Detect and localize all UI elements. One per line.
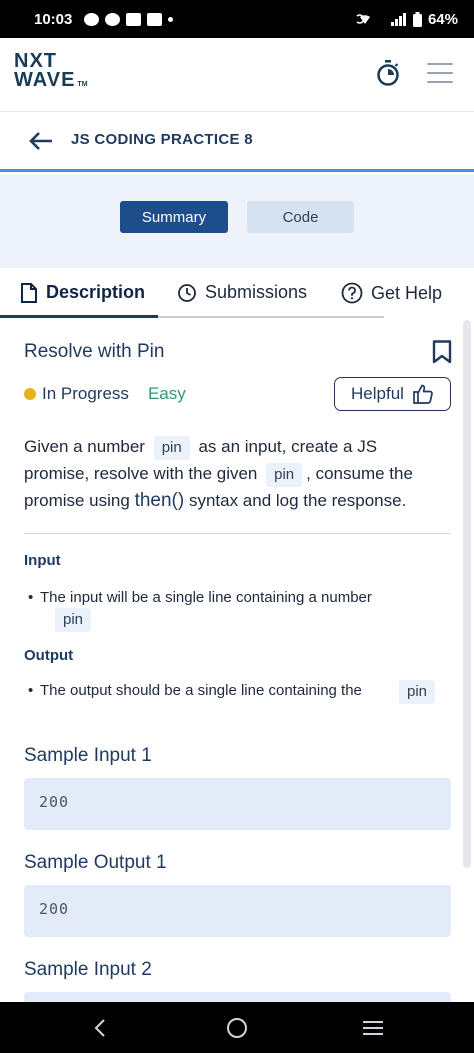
nav-home-icon[interactable] bbox=[224, 1015, 250, 1041]
input-heading: Input bbox=[24, 552, 61, 569]
mail-icon bbox=[126, 12, 142, 26]
section-divider bbox=[24, 533, 450, 534]
output-heading: Output bbox=[24, 647, 74, 664]
helpful-label: Helpful bbox=[351, 384, 404, 403]
snapchat-icon bbox=[84, 12, 100, 26]
battery-icon bbox=[412, 11, 422, 27]
output-bullet: The output should be a single line conta… bbox=[28, 680, 362, 702]
help-circle-icon bbox=[341, 282, 363, 304]
tab-description[interactable]: Description bbox=[20, 282, 145, 303]
bookmark-icon[interactable] bbox=[432, 340, 452, 364]
problem-title: Resolve with Pin bbox=[24, 341, 165, 362]
status-time: 10:03 bbox=[34, 10, 73, 28]
problem-description: Given a number pin as an input, create a… bbox=[24, 433, 444, 514]
app-header: NXT WAVE TM bbox=[0, 38, 474, 112]
nxtwave-logo[interactable]: NXT WAVE TM bbox=[14, 51, 88, 94]
tab-bar: Description Submissions Get Help bbox=[0, 268, 474, 320]
inline-code: pin bbox=[266, 463, 303, 487]
stopwatch-icon[interactable] bbox=[376, 60, 400, 86]
inline-code: pin bbox=[55, 608, 92, 632]
wifi-icon bbox=[356, 14, 370, 24]
input-bullet: The input will be a single line containi… bbox=[28, 587, 372, 609]
document-icon bbox=[21, 282, 37, 303]
thumbs-up-icon bbox=[413, 384, 433, 404]
status-badge: In Progress bbox=[42, 384, 129, 403]
page-title-bar: JS CODING PRACTICE 8 bbox=[0, 112, 474, 172]
description-panel: Resolve with Pin In Progress Easy Helpfu… bbox=[0, 320, 474, 1002]
mail-icon bbox=[147, 12, 163, 26]
content-scrollbar[interactable] bbox=[463, 320, 471, 868]
tab-scroll-track bbox=[158, 316, 384, 318]
sample-input-2-box[interactable] bbox=[24, 992, 451, 1002]
notification-icons bbox=[84, 12, 174, 26]
sample-input-2-title: Sample Input 2 bbox=[24, 959, 152, 980]
active-tab-indicator bbox=[0, 315, 158, 318]
back-arrow-icon[interactable] bbox=[28, 130, 54, 152]
page-title: JS CODING PRACTICE 8 bbox=[71, 131, 253, 148]
nav-recents-icon[interactable] bbox=[360, 1015, 386, 1041]
logo-trademark: TM bbox=[77, 81, 88, 88]
tab-submissions[interactable]: Submissions bbox=[177, 282, 307, 303]
tab-description-label: Description bbox=[46, 282, 146, 302]
status-dot bbox=[24, 388, 36, 400]
nav-back-icon[interactable] bbox=[88, 1015, 114, 1041]
sample-output-1-box[interactable]: 200 bbox=[24, 885, 451, 937]
helpful-button[interactable]: Helpful bbox=[334, 377, 451, 411]
difficulty-badge: Easy bbox=[147, 384, 186, 403]
code-button[interactable]: Code bbox=[247, 201, 354, 233]
hamburger-menu-icon[interactable] bbox=[427, 63, 453, 83]
battery-level: 64% bbox=[427, 10, 458, 28]
view-switcher: Summary Code bbox=[0, 175, 474, 268]
inline-code: pin bbox=[153, 436, 190, 460]
problem-meta: In Progress Easy bbox=[24, 384, 186, 404]
inline-code: pin bbox=[399, 680, 436, 704]
clock-icon bbox=[178, 283, 196, 302]
sample-input-1-box[interactable]: 200 bbox=[24, 778, 451, 830]
tab-submissions-label: Submissions bbox=[205, 282, 308, 302]
sample-output-1-title: Sample Output 1 bbox=[24, 852, 167, 873]
status-bar: 10:03 64% bbox=[0, 0, 474, 38]
tab-get-help[interactable]: Get Help bbox=[341, 282, 442, 304]
description-text: syntax and log the response. bbox=[188, 491, 407, 510]
system-nav-bar bbox=[0, 1002, 474, 1053]
summary-button[interactable]: Summary bbox=[120, 201, 228, 233]
app-notification-icon bbox=[105, 12, 121, 26]
signal-icon bbox=[390, 13, 406, 26]
more-notifications-icon bbox=[168, 16, 174, 22]
description-text: Given a number bbox=[24, 437, 145, 456]
tab-get-help-label: Get Help bbox=[371, 282, 443, 303]
logo-line-2: WAVE bbox=[14, 69, 76, 91]
keyword-text: then() bbox=[134, 490, 185, 511]
sample-input-1-title: Sample Input 1 bbox=[24, 745, 152, 766]
